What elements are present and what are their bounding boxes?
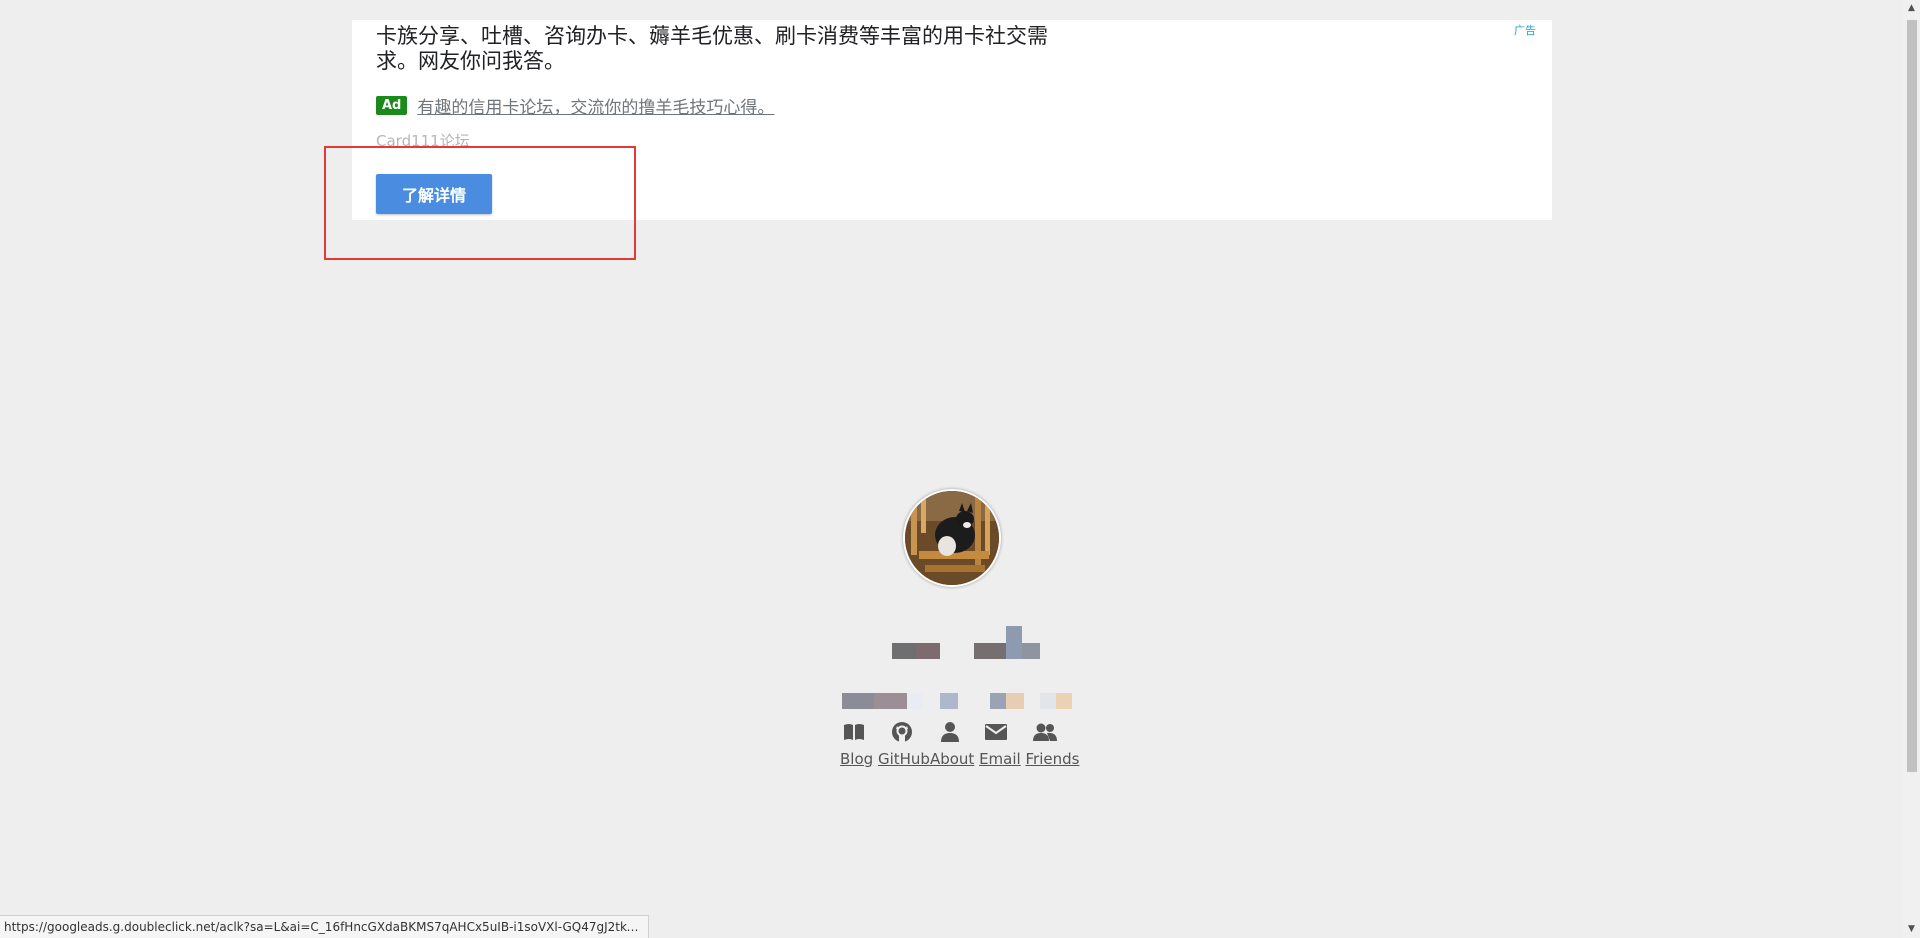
scroll-up-arrow-icon[interactable]: ▲	[1903, 0, 1920, 17]
nav-link-about[interactable]: About	[930, 750, 974, 768]
browser-status-bar: https://googleads.g.doubleclick.net/aclk…	[0, 915, 649, 938]
avatar-cat-photo	[905, 491, 999, 585]
ad-choices-label[interactable]: 广告	[1514, 22, 1536, 38]
envelope-icon[interactable]	[984, 720, 1008, 744]
scroll-thumb[interactable]	[1907, 20, 1917, 772]
learn-more-button[interactable]: 了解详情	[376, 174, 492, 214]
scroll-down-arrow-icon[interactable]: ▼	[1903, 921, 1920, 938]
github-icon[interactable]	[890, 720, 914, 744]
vertical-scrollbar[interactable]: ▲ ▼	[1903, 0, 1920, 938]
nav-links-row: Blog GitHubAbout Email Friends	[840, 750, 1079, 768]
user-icon[interactable]	[938, 720, 962, 744]
book-icon[interactable]	[842, 720, 866, 744]
ad-headline-link[interactable]: 有趣的信用卡论坛，交流你的撸羊毛技巧心得。	[417, 93, 774, 118]
nav-link-blog[interactable]: Blog	[840, 750, 873, 768]
nav-link-github[interactable]: GitHub	[878, 750, 930, 768]
nav-link-friends[interactable]: Friends	[1025, 750, 1079, 768]
nav-link-email[interactable]: Email	[979, 750, 1021, 768]
ad-headline-row: Ad 有趣的信用卡论坛，交流你的撸羊毛技巧心得。	[376, 93, 774, 118]
ad-source[interactable]: Card111论坛	[376, 130, 470, 151]
avatar	[903, 489, 1001, 587]
page: 广告 卡族分享、吐槽、咨询办卡、薅羊毛优惠、刷卡消费等丰富的用卡社交需求。网友你…	[0, 0, 1920, 938]
nav-icons-row	[838, 720, 1072, 744]
ad-description[interactable]: 卡族分享、吐槽、咨询办卡、薅羊毛优惠、刷卡消费等丰富的用卡社交需求。网友你问我答…	[376, 24, 1076, 74]
users-icon[interactable]	[1032, 720, 1057, 744]
ad-badge: Ad	[376, 96, 408, 115]
ad-card[interactable]: 广告 卡族分享、吐槽、咨询办卡、薅羊毛优惠、刷卡消费等丰富的用卡社交需求。网友你…	[352, 20, 1552, 220]
